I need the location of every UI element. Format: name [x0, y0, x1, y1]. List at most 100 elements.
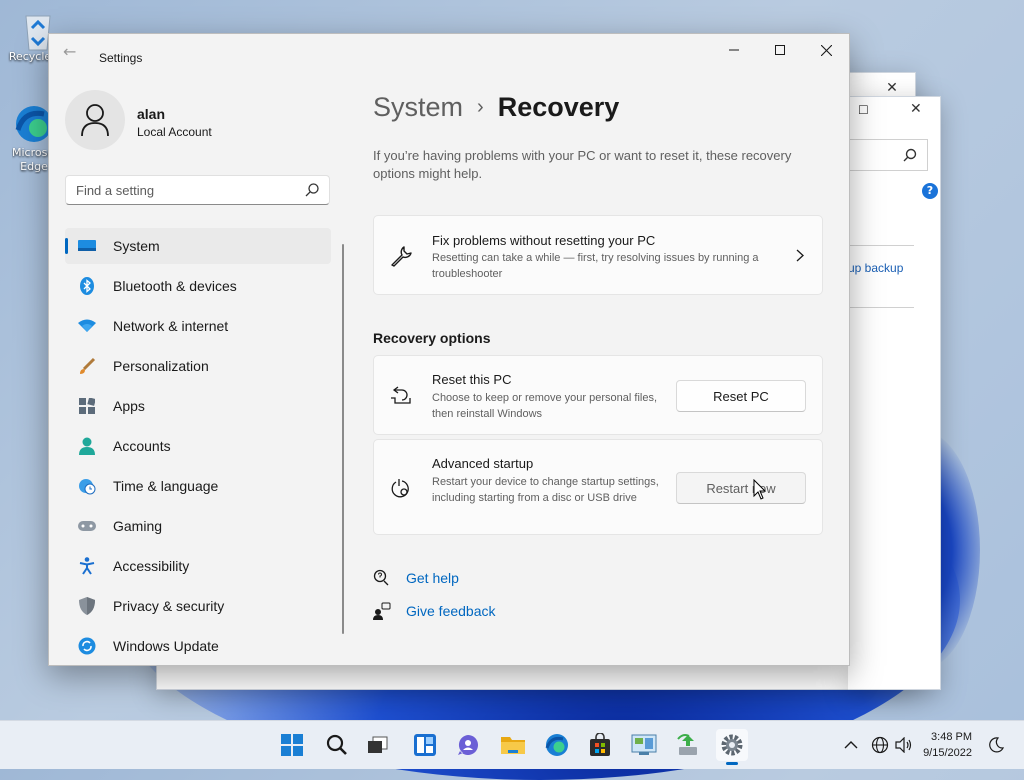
mouse-cursor-icon	[753, 479, 767, 500]
settings-window[interactable]: ← Settings alan Local Account Find a set…	[48, 33, 850, 666]
moon-icon	[989, 737, 1004, 753]
network-tray[interactable]	[871, 721, 889, 769]
sidebar-item-windows-update[interactable]: Windows Update	[65, 628, 331, 664]
get-help-link[interactable]: Get help	[373, 569, 459, 587]
globe-clock-icon	[77, 476, 97, 496]
profile-name: alan	[137, 106, 166, 122]
store-icon	[590, 733, 610, 756]
help-icon[interactable]: ?	[922, 183, 938, 199]
reset-pc-icon	[391, 386, 411, 404]
widgets-button[interactable]	[409, 729, 441, 761]
settings-button[interactable]	[716, 729, 748, 765]
card-description: Restart your device to change startup se…	[432, 476, 659, 504]
monitor-icon	[77, 236, 97, 256]
give-feedback-link[interactable]: Give feedback	[373, 602, 496, 620]
sidebar-item-accounts[interactable]: Accounts	[65, 428, 331, 464]
sidebar-item-label: Apps	[113, 398, 145, 414]
sidebar-item-label: Bluetooth & devices	[113, 278, 237, 294]
link-label: Give feedback	[406, 603, 496, 619]
edge-button[interactable]	[541, 729, 573, 761]
divider	[848, 307, 914, 308]
sidebar-item-label: Windows Update	[113, 638, 219, 654]
search-icon[interactable]	[305, 183, 319, 197]
search-input[interactable]	[76, 183, 296, 198]
fix-problems-card[interactable]: Fix problems without resetting your PC R…	[373, 215, 823, 295]
minimize-button[interactable]	[711, 34, 757, 66]
bluetooth-icon	[77, 276, 97, 296]
window-title: Settings	[99, 51, 143, 65]
back-arrow-icon[interactable]: ←	[63, 42, 76, 61]
intro-text: If you’re having problems with your PC o…	[373, 148, 792, 181]
person-icon	[77, 436, 97, 456]
sidebar-item-label: Privacy & security	[113, 598, 225, 614]
sidebar-item-apps[interactable]: Apps	[65, 388, 331, 424]
close-button[interactable]	[803, 34, 849, 66]
backup-link[interactable]: up backup	[848, 261, 903, 275]
divider	[848, 245, 914, 246]
close-icon[interactable]: ✕	[910, 101, 922, 117]
backup-restore-button[interactable]	[672, 729, 704, 761]
taskbar-search[interactable]	[321, 729, 353, 761]
search-box[interactable]	[65, 175, 330, 205]
bg-search-box[interactable]	[848, 139, 928, 171]
sidebar-item-system[interactable]: System	[65, 228, 331, 264]
restart-now-button[interactable]: Restart now	[676, 472, 806, 504]
reset-pc-button[interactable]: Reset PC	[676, 380, 806, 412]
sidebar-item-bluetooth[interactable]: Bluetooth & devices	[65, 268, 331, 304]
task-view-icon	[368, 736, 388, 753]
card-description: Resetting can take a while — first, try …	[432, 252, 759, 280]
task-view-button[interactable]	[362, 729, 394, 761]
card-description: Choose to keep or remove your personal f…	[432, 392, 658, 420]
avatar[interactable]	[65, 90, 125, 150]
desktop-icon-label: Recycle	[8, 50, 52, 63]
focus-assist-tray[interactable]	[988, 721, 1004, 769]
sidebar-item-gaming[interactable]: Gaming	[65, 508, 331, 544]
start-button[interactable]	[276, 729, 308, 761]
start-icon	[281, 734, 303, 756]
clock[interactable]: 3:48 PM 9/15/2022	[923, 729, 972, 761]
edge-icon	[545, 734, 568, 756]
title-bar[interactable]: ← Settings	[49, 34, 849, 66]
advanced-startup-icon	[391, 479, 409, 498]
file-explorer-icon	[501, 737, 525, 754]
chevron-right-icon	[796, 249, 804, 262]
file-explorer-button[interactable]	[497, 729, 529, 761]
accessibility-icon	[77, 556, 97, 576]
chevron-up-icon	[844, 741, 858, 749]
sidebar-item-privacy[interactable]: Privacy & security	[65, 588, 331, 624]
sidebar-nav: System Bluetooth & devices Network & int…	[65, 228, 331, 668]
breadcrumb-parent[interactable]: System	[373, 92, 463, 122]
close-icon	[820, 44, 832, 56]
sidebar-item-personalization[interactable]: Personalization	[65, 348, 331, 384]
shield-icon	[77, 596, 97, 616]
maximize-button[interactable]	[757, 34, 803, 66]
apps-icon	[77, 396, 97, 416]
chevron-right-icon: ›	[477, 96, 484, 118]
volume-tray[interactable]	[895, 721, 913, 769]
search-icon	[326, 734, 347, 755]
reset-pc-card: Reset this PC Choose to keep or remove y…	[373, 355, 823, 435]
sidebar-item-label: Accessibility	[113, 558, 190, 574]
sidebar-item-network[interactable]: Network & internet	[65, 308, 331, 344]
clock-time: 3:48 PM	[931, 731, 972, 743]
wifi-icon	[77, 316, 97, 336]
maximize-icon	[775, 45, 785, 55]
chat-button[interactable]	[452, 729, 484, 761]
sidebar-scrollbar[interactable]	[342, 244, 344, 634]
link-label: Get help	[406, 570, 459, 586]
control-panel-icon	[631, 734, 657, 755]
taskbar: 3:48 PM 9/15/2022	[0, 720, 1024, 769]
control-panel-button[interactable]	[628, 729, 660, 761]
show-hidden-icons[interactable]	[844, 721, 858, 769]
recovery-options-heading: Recovery options	[373, 330, 491, 346]
clock-date: 9/15/2022	[923, 747, 972, 759]
widgets-icon	[414, 734, 436, 756]
card-title: Advanced startup	[432, 456, 534, 471]
background-window-front[interactable]: ☐ ✕ ? up backup	[848, 96, 941, 690]
sidebar-item-accessibility[interactable]: Accessibility	[65, 548, 331, 584]
sidebar-item-time-language[interactable]: Time & language	[65, 468, 331, 504]
feedback-icon	[373, 602, 391, 620]
store-button[interactable]	[584, 729, 616, 761]
maximize-icon[interactable]: ☐	[858, 103, 869, 117]
minimize-icon	[729, 49, 739, 51]
